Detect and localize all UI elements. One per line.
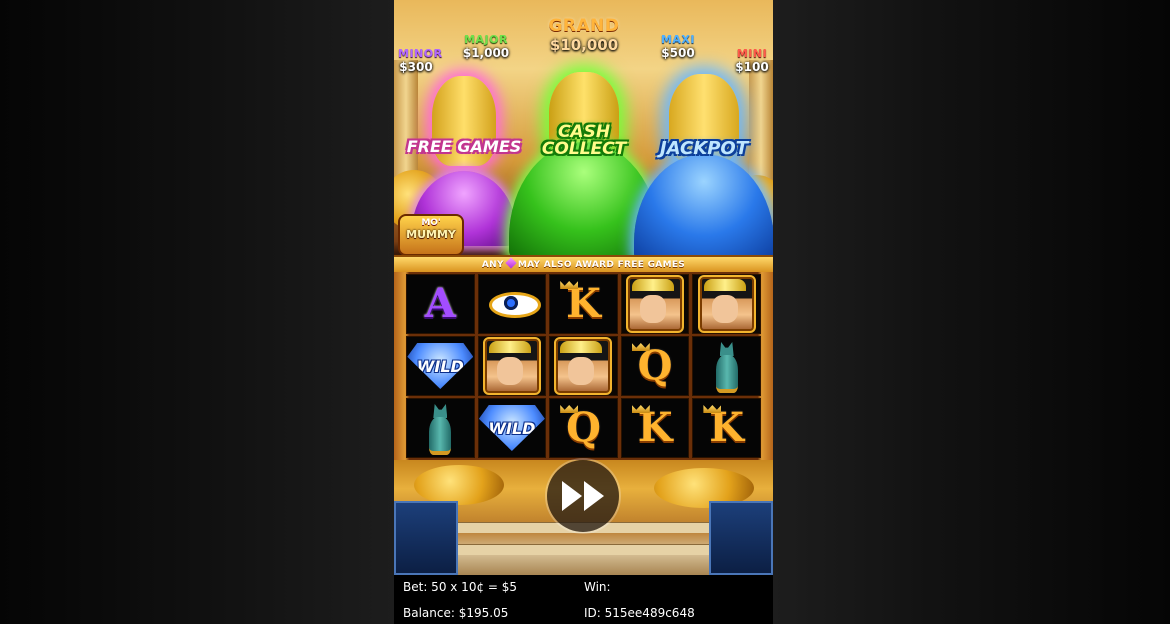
win-text: Win: <box>584 580 611 594</box>
logo-line2: MUMMY <box>406 228 456 241</box>
right-backdrop <box>773 0 1170 624</box>
jackpot-grand: GRAND $10,000 <box>542 16 626 54</box>
reel-cell: WILD <box>477 398 547 458</box>
cleopatra-icon <box>554 337 613 395</box>
logo-line1: MO' <box>421 218 441 228</box>
reel-cell: K <box>549 274 618 334</box>
jackpot-major: MAJOR $1,000 <box>456 33 516 60</box>
jackpot-feature: JACKPOT <box>634 74 773 264</box>
cash-collect-label: CASH COLLECT <box>541 122 627 159</box>
reel-cell <box>477 274 547 334</box>
jackpot-grand-name: GRAND <box>548 16 620 36</box>
reel-cell <box>406 398 475 458</box>
reel-cell <box>477 336 547 396</box>
reel-grid: A WILD WILD K Q Q K K <box>406 274 761 458</box>
fast-forward-icon <box>562 481 582 511</box>
gold-coins-floor-left <box>414 465 504 505</box>
jackpot-label: JACKPOT <box>659 138 748 159</box>
eye-of-horus-icon <box>485 284 541 324</box>
blue-gem-pile-icon <box>634 154 773 264</box>
jackpot-minor-value: $300 <box>399 60 433 74</box>
reel-cell <box>692 336 761 396</box>
game-canvas[interactable]: MINOR $300 MAJOR $1,000 GRAND $10,000 MA… <box>394 0 773 575</box>
fast-forward-icon <box>584 481 604 511</box>
banner-text-after: MAY ALSO AWARD FREE GAMES <box>517 260 686 270</box>
symbol-k: K <box>566 280 601 327</box>
spin-button[interactable] <box>547 460 619 532</box>
balance-text: Balance: $195.05 <box>403 606 509 620</box>
reel-cell: Q <box>620 336 690 396</box>
jackpot-mini-name: MINI <box>736 47 768 60</box>
jackpot-maxi: MAXI $500 <box>652 33 704 60</box>
left-backdrop <box>0 0 394 624</box>
symbol-wild: WILD <box>416 356 464 376</box>
jackpot-maxi-value: $500 <box>661 46 695 60</box>
cleopatra-icon <box>626 275 685 333</box>
bastet-cat-icon <box>714 342 740 393</box>
wild-diamond-icon: WILD <box>407 343 474 389</box>
bet-text: Bet: 50 x 10¢ = $5 <box>403 580 518 594</box>
reel-1: A WILD <box>406 274 475 458</box>
symbol-q: Q <box>566 404 601 451</box>
reel-cell: K <box>620 398 690 458</box>
treasure-chest-right <box>709 501 773 575</box>
free-games-label: FREE GAMES <box>406 137 522 156</box>
wild-diamond-icon: WILD <box>478 405 545 451</box>
jackpot-mini-value: $100 <box>735 60 769 74</box>
reel-2: WILD <box>477 274 547 458</box>
symbol-k: K <box>637 404 673 451</box>
cleopatra-icon <box>697 275 756 333</box>
reel-cell <box>549 336 618 396</box>
reel-cell <box>692 274 761 334</box>
reel-cell: WILD <box>406 336 475 396</box>
reel-cell: A <box>406 274 475 334</box>
cleopatra-icon <box>482 337 541 395</box>
jackpot-major-name: MAJOR <box>464 33 508 46</box>
reel-frame: A WILD WILD K Q Q K K <box>394 272 773 460</box>
gem-icon <box>505 257 517 269</box>
symbol-wild: WILD <box>488 418 536 438</box>
reel-cell: Q <box>549 398 618 458</box>
info-bar: Bet: 50 x 10¢ = $5 Win: Balance: $195.05… <box>394 575 773 624</box>
jackpot-minor-name: MINOR <box>398 47 443 60</box>
reel-cell <box>620 274 690 334</box>
session-id-text: ID: 515ee489c648 <box>584 606 695 620</box>
bastet-cat-icon <box>427 404 453 455</box>
jackpot-minor: MINOR $300 <box>398 47 443 74</box>
jackpot-mini: MINI $100 <box>734 47 770 74</box>
banner-text-before: ANY <box>481 260 504 270</box>
treasure-chest-left <box>394 501 458 575</box>
jackpot-major-value: $1,000 <box>462 46 510 60</box>
jackpot-maxi-name: MAXI <box>660 33 696 46</box>
reel-4: QK <box>620 274 690 458</box>
symbol-a: A <box>424 280 456 327</box>
reel-5: K <box>692 274 761 458</box>
symbol-k: K <box>709 404 745 451</box>
reel-3: KQ <box>549 274 618 458</box>
reel-cell: K <box>692 398 761 458</box>
game-logo: MO' MUMMY <box>398 214 464 256</box>
jackpot-grand-value: $10,000 <box>549 36 619 54</box>
symbol-q: Q <box>637 342 673 389</box>
